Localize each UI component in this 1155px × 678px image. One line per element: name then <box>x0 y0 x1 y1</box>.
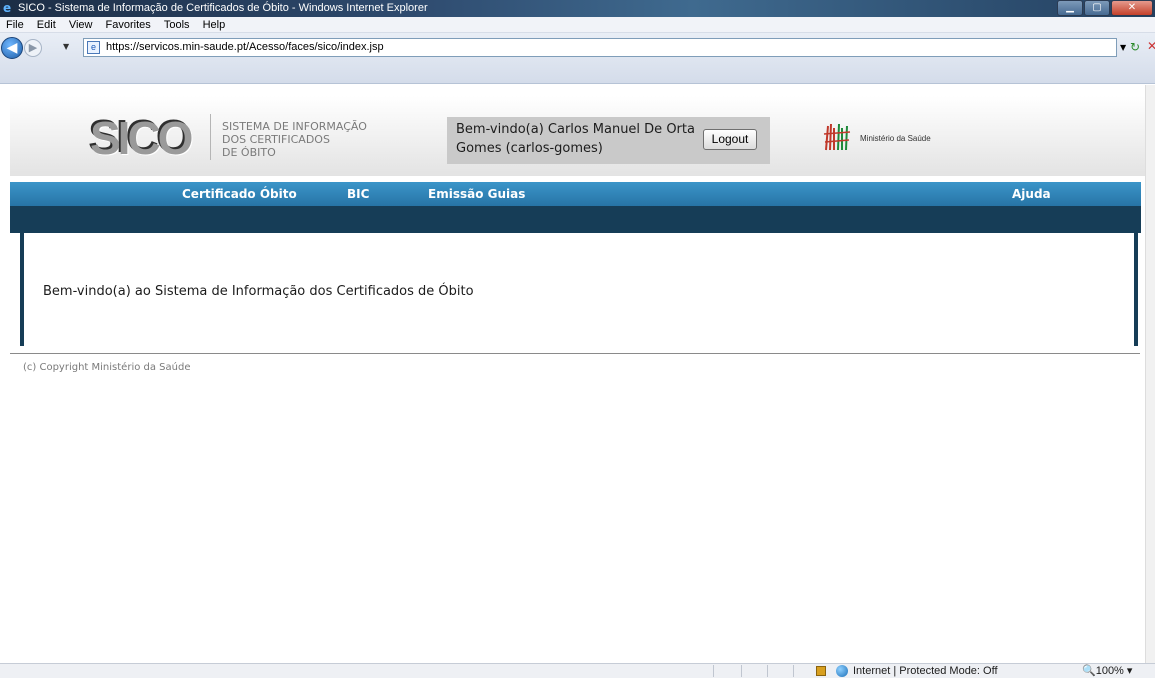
status-divider <box>741 665 742 677</box>
welcome-message: Bem-vindo(a) ao Sistema de Informação do… <box>43 284 474 299</box>
window-title: SICO - Sistema de Informação de Certific… <box>18 2 428 14</box>
status-bar: Internet | Protected Mode: Off 🔍100% ▾ <box>0 663 1155 678</box>
subtitle-line-1: SISTEMA DE INFORMAÇÃO <box>222 120 367 133</box>
welcome-user-text: Bem-vindo(a) Carlos Manuel De Orta Gomes… <box>456 122 695 156</box>
user-welcome-panel: Bem-vindo(a) Carlos Manuel De Orta Gomes… <box>447 117 770 164</box>
menu-bar: File Edit View Favorites Tools Help <box>0 17 1155 33</box>
main-nav: Certificado Óbito BIC Emissão Guias Ajud… <box>10 182 1141 206</box>
status-divider <box>767 665 768 677</box>
history-dropdown-icon[interactable]: ▼ <box>63 42 69 51</box>
security-lock-icon[interactable] <box>816 666 826 676</box>
logo-divider <box>210 114 211 160</box>
close-button[interactable]: ✕ <box>1111 0 1153 16</box>
page-icon: e <box>87 41 100 54</box>
minimize-button[interactable]: ▁ <box>1057 0 1083 16</box>
forward-arrow-icon[interactable]: ▶ <box>24 39 42 57</box>
page-viewport: SICO SISTEMA DE INFORMAÇÃO DOS CERTIFICA… <box>10 85 1145 663</box>
address-toolbar: ◀ ▶ ▼ e https://servicos.min-saude.pt/Ac… <box>0 33 1155 84</box>
content-panel: Bem-vindo(a) ao Sistema de Informação do… <box>20 233 1138 346</box>
status-divider <box>793 665 794 677</box>
ministry-logo-icon <box>823 123 851 151</box>
ministry-name: Ministério da Saúde <box>860 134 931 143</box>
maximize-button[interactable]: ▢ <box>1084 0 1110 16</box>
internet-zone-icon <box>836 665 848 677</box>
copyright-text: (c) Copyright Ministério da Saúde <box>23 362 191 373</box>
logout-button[interactable]: Logout <box>703 129 757 150</box>
menu-favorites[interactable]: Favorites <box>106 17 151 33</box>
vertical-scrollbar[interactable] <box>1145 85 1155 663</box>
menu-help[interactable]: Help <box>203 17 226 33</box>
nav-emissao-guias[interactable]: Emissão Guias <box>428 182 525 206</box>
menu-edit[interactable]: Edit <box>37 17 56 33</box>
menu-tools[interactable]: Tools <box>164 17 190 33</box>
window-titlebar: e SICO - Sistema de Informação de Certif… <box>0 0 1155 17</box>
address-input[interactable]: e https://servicos.min-saude.pt/Acesso/f… <box>83 38 1117 57</box>
logo-subtitle: SISTEMA DE INFORMAÇÃO DOS CERTIFICADOS D… <box>222 120 367 159</box>
subnav-bar <box>10 206 1141 233</box>
sico-logo: SICO <box>90 112 193 164</box>
refresh-icon[interactable]: ↻ <box>1130 40 1140 54</box>
ie-logo-icon: e <box>3 1 12 15</box>
zoom-level[interactable]: 🔍100% ▾ <box>1082 664 1132 678</box>
status-divider <box>713 665 714 677</box>
zoom-value: 100% <box>1095 665 1124 677</box>
nav-ajuda[interactable]: Ajuda <box>1012 182 1051 206</box>
site-header: SICO SISTEMA DE INFORMAÇÃO DOS CERTIFICA… <box>10 96 1145 176</box>
back-arrow-icon[interactable]: ◀ <box>1 37 23 59</box>
menu-file[interactable]: File <box>6 17 24 33</box>
window-controls: ▁ ▢ ✕ <box>1056 0 1153 17</box>
stop-icon[interactable]: ✕ <box>1147 39 1155 53</box>
menu-view[interactable]: View <box>69 17 93 33</box>
nav-bic[interactable]: BIC <box>347 182 369 206</box>
address-dropdown-icon[interactable]: ▼ <box>1120 43 1126 52</box>
url-text: https://servicos.min-saude.pt/Acesso/fac… <box>106 41 384 53</box>
nav-certificado-obito[interactable]: Certificado Óbito <box>182 182 297 206</box>
subtitle-line-2: DOS CERTIFICADOS <box>222 133 330 146</box>
security-zone-text[interactable]: Internet | Protected Mode: Off <box>853 664 998 678</box>
footer-divider <box>10 353 1140 354</box>
subtitle-line-3: DE ÓBITO <box>222 146 276 159</box>
